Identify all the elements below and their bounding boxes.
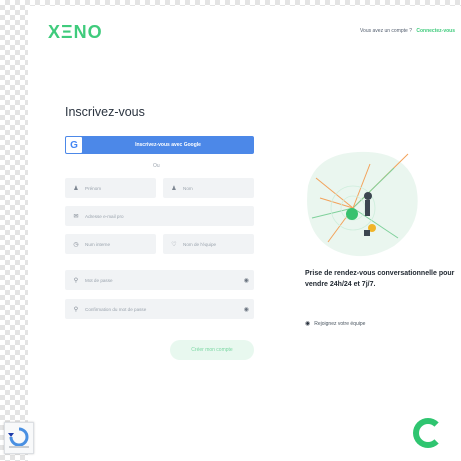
mail-icon: ✉ bbox=[73, 213, 79, 220]
firstname-placeholder: Prénom bbox=[85, 185, 102, 191]
chat-widget-icon[interactable] bbox=[413, 418, 443, 448]
eye-icon[interactable]: ◉ bbox=[244, 277, 249, 284]
phone-placeholder: Num interne bbox=[85, 241, 111, 247]
password-placeholder: Mot de passe bbox=[85, 277, 113, 283]
promo-text: Prise de rendez-vous conversationnelle p… bbox=[305, 270, 455, 288]
google-signup-label: Inscrivez-vous avec Google bbox=[135, 142, 201, 148]
or-divider-text: Ou bbox=[153, 163, 160, 169]
create-account-button[interactable]: Créer mon compte bbox=[170, 340, 254, 360]
user-icon: ♟ bbox=[171, 185, 177, 192]
eye-icon[interactable]: ◉ bbox=[244, 306, 249, 313]
page-title: Inscrivez-vous bbox=[65, 105, 145, 119]
team-field[interactable]: ♡ Nom de l'équipe bbox=[163, 234, 254, 254]
xeno-logo[interactable]: XΞNO bbox=[48, 22, 103, 43]
email-field[interactable]: ✉ Adresse e-mail pro bbox=[65, 206, 254, 226]
confirm-password-field[interactable]: ⚲ Confirmation du mot de passe ◉ bbox=[65, 299, 254, 319]
phone-field[interactable]: ◷ Num interne bbox=[65, 234, 156, 254]
join-team-label: Rejoignez votre équipe bbox=[314, 320, 366, 327]
info-icon: ◉ bbox=[305, 321, 311, 327]
email-placeholder: Adresse e-mail pro bbox=[85, 213, 124, 219]
google-signup-button[interactable]: G Inscrivez-vous avec Google bbox=[65, 136, 254, 154]
network-illustration bbox=[307, 151, 418, 257]
login-prompt: Vous avez un compte ? Connectez-vous bbox=[360, 28, 455, 34]
confirm-placeholder: Confirmation du mot de passe bbox=[85, 306, 147, 312]
signup-page: XΞNO Vous avez un compte ? Connectez-vou… bbox=[28, 6, 461, 461]
join-team-link[interactable]: ◉ Rejoignez votre équipe bbox=[305, 320, 366, 328]
lock-icon: ⚲ bbox=[73, 277, 79, 284]
clock-icon: ◷ bbox=[73, 241, 79, 248]
user-icon: ♟ bbox=[73, 185, 79, 192]
password-field[interactable]: ⚲ Mot de passe ◉ bbox=[65, 270, 254, 290]
lastname-placeholder: Nom bbox=[183, 185, 193, 191]
google-icon: G bbox=[66, 137, 82, 153]
firstname-field[interactable]: ♟ Prénom bbox=[65, 178, 156, 198]
recaptcha-icon bbox=[8, 427, 29, 448]
login-link[interactable]: Connectez-vous bbox=[416, 28, 455, 34]
login-question: Vous avez un compte ? bbox=[360, 28, 412, 34]
recaptcha-badge[interactable] bbox=[4, 422, 34, 454]
lock-icon: ⚲ bbox=[73, 306, 79, 313]
lastname-field[interactable]: ♟ Nom bbox=[163, 178, 254, 198]
team-placeholder: Nom de l'équipe bbox=[183, 241, 217, 247]
heart-icon: ♡ bbox=[171, 241, 177, 248]
